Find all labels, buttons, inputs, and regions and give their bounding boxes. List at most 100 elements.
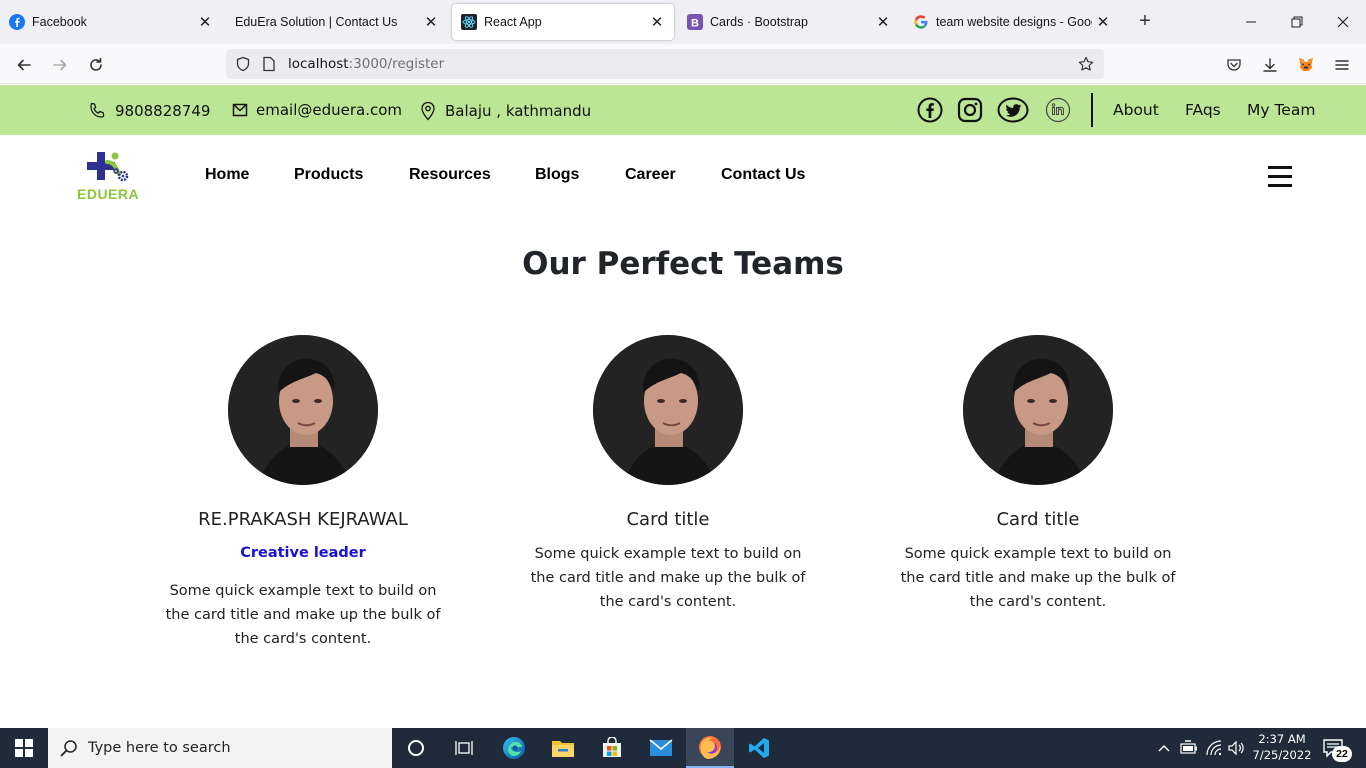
reload-button[interactable]	[83, 52, 109, 78]
close-tab-icon[interactable]: ✕	[1092, 11, 1114, 33]
about-link[interactable]: About	[1113, 101, 1159, 119]
card-name: Card title	[996, 509, 1080, 530]
metamask-fox-icon	[1299, 58, 1313, 71]
section-title: Our Perfect Teams	[522, 246, 844, 282]
forward-button[interactable]	[47, 52, 73, 78]
react-icon	[461, 14, 477, 30]
phone-number: 9808828749	[115, 102, 211, 120]
location-info: Balaju , kathmandu	[419, 101, 591, 121]
shield-icon	[236, 56, 250, 72]
clock-date: 7/25/2022	[1252, 748, 1312, 762]
file-explorer-taskbar-button[interactable]	[539, 728, 587, 768]
search-icon	[60, 740, 77, 757]
cortana-circle-icon	[408, 740, 424, 756]
back-arrow-icon	[17, 59, 31, 71]
logo-text: EDUERA	[77, 186, 140, 202]
close-tab-icon[interactable]: ✕	[194, 11, 216, 33]
nav-products[interactable]: Products	[294, 166, 363, 184]
volume-icon[interactable]	[1228, 740, 1246, 756]
avatar	[963, 335, 1113, 485]
vscode-icon	[749, 738, 769, 758]
app-menu-button[interactable]	[1329, 52, 1355, 78]
browser-tab-eduera[interactable]: EduEra Solution | Contact Us ✕	[226, 4, 448, 40]
twitter-icon[interactable]	[997, 97, 1029, 123]
clock-time: 2:37 AM	[1258, 732, 1306, 746]
browser-navigation-bar: localhost:3000/register	[0, 44, 1366, 84]
eduera-logo[interactable]: EDUERA	[77, 150, 141, 204]
store-taskbar-button[interactable]	[588, 728, 636, 768]
address-bar[interactable]: localhost:3000/register	[226, 49, 1104, 79]
url-text: localhost:3000/register	[288, 56, 445, 72]
nav-blogs[interactable]: Blogs	[535, 166, 579, 184]
hamburger-menu-icon	[1335, 60, 1349, 70]
wifi-icon[interactable]	[1205, 740, 1223, 756]
windows-taskbar: Type here to search 2:37 AM 7/25/2022 22	[0, 728, 1366, 768]
facebook-icon[interactable]	[917, 97, 943, 123]
nav-home[interactable]: Home	[205, 166, 249, 184]
new-tab-button[interactable]: +	[1134, 10, 1156, 32]
downloads-button[interactable]	[1257, 52, 1283, 78]
my-team-link[interactable]: My Team	[1247, 101, 1315, 119]
contact-info-bar: 9808828749 email@eduera.com Balaju , kat…	[0, 85, 1366, 135]
close-tab-icon[interactable]: ✕	[646, 11, 668, 33]
firefox-taskbar-button[interactable]	[686, 728, 734, 768]
browser-tab-facebook[interactable]: Facebook ✕	[0, 4, 222, 40]
restore-button[interactable]	[1282, 8, 1312, 36]
portrait-image	[228, 335, 378, 485]
hamburger-menu-icon[interactable]	[1268, 166, 1292, 188]
download-icon	[1263, 58, 1277, 72]
firefox-icon	[699, 736, 721, 759]
browser-tab-react-app[interactable]: React App ✕	[452, 4, 674, 40]
cortana-button[interactable]	[392, 728, 440, 768]
nav-contact-us[interactable]: Contact Us	[721, 166, 805, 184]
team-card: Card title Some quick example text to bu…	[888, 335, 1188, 614]
edge-taskbar-button[interactable]	[490, 728, 538, 768]
battery-icon[interactable]	[1180, 740, 1198, 756]
start-button[interactable]	[0, 728, 48, 768]
bootstrap-icon: B	[687, 14, 703, 30]
facebook-icon	[9, 14, 25, 30]
map-pin-icon	[421, 101, 435, 121]
instagram-icon[interactable]	[957, 97, 983, 123]
email-address: email@eduera.com	[256, 101, 403, 119]
search-placeholder: Type here to search	[88, 740, 231, 756]
minimize-button[interactable]	[1236, 8, 1266, 36]
chevron-up-icon[interactable]	[1156, 740, 1172, 756]
portrait-image	[963, 335, 1113, 485]
taskbar-search-box[interactable]: Type here to search	[48, 728, 392, 768]
close-tab-icon[interactable]: ✕	[872, 11, 894, 33]
action-center-button[interactable]: 22	[1322, 738, 1354, 762]
close-window-button[interactable]	[1328, 8, 1358, 36]
svg-text:B: B	[691, 18, 699, 30]
linkedin-icon[interactable]	[1045, 97, 1071, 123]
card-text: Some quick example text to build on the …	[900, 546, 1176, 610]
email-info[interactable]: email@eduera.com	[232, 101, 402, 119]
avatar	[228, 335, 378, 485]
minimize-icon	[1246, 21, 1256, 23]
browser-tab-strip: Facebook ✕ EduEra Solution | Contact Us …	[0, 0, 1366, 44]
tab-title: Cards · Bootstrap	[710, 15, 808, 29]
task-view-button[interactable]	[440, 728, 488, 768]
store-icon	[603, 737, 621, 757]
metamask-extension-button[interactable]	[1293, 52, 1319, 78]
faqs-link[interactable]: FAqs	[1185, 101, 1221, 119]
back-button[interactable]	[11, 52, 37, 78]
mail-taskbar-button[interactable]	[637, 728, 685, 768]
pocket-icon	[1227, 59, 1241, 71]
browser-tab-bootstrap[interactable]: B Cards · Bootstrap ✕	[678, 4, 900, 40]
bookmark-star-icon[interactable]	[1078, 56, 1094, 72]
google-icon	[913, 14, 929, 30]
close-tab-icon[interactable]: ✕	[420, 11, 442, 33]
edge-icon	[503, 737, 525, 759]
system-clock[interactable]: 2:37 AM 7/25/2022	[1252, 731, 1312, 763]
team-card: Card title Some quick example text to bu…	[518, 335, 818, 614]
logo-mark-icon	[87, 152, 129, 182]
vscode-taskbar-button[interactable]	[735, 728, 783, 768]
browser-tab-google[interactable]: team website designs - Google Search ✕	[904, 4, 1120, 40]
nav-resources[interactable]: Resources	[409, 166, 491, 184]
card-text: Some quick example text to build on the …	[530, 546, 806, 610]
tab-title: React App	[484, 15, 542, 29]
pocket-button[interactable]	[1221, 52, 1247, 78]
page-icon	[263, 56, 275, 72]
nav-career[interactable]: Career	[625, 166, 676, 184]
